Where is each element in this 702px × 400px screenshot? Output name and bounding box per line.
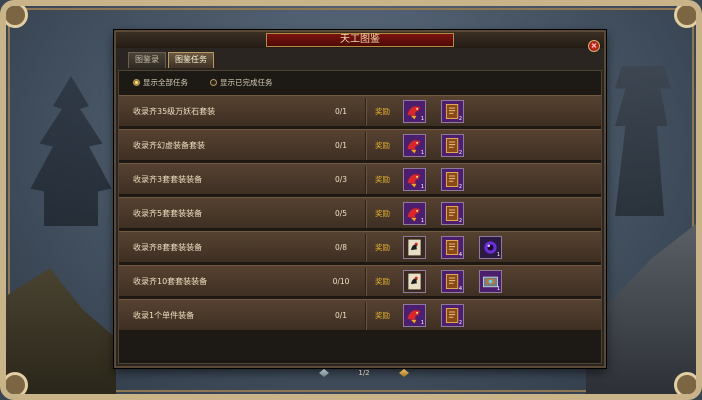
frame-corner-ornament — [6, 372, 28, 394]
task-name: 收录齐幻虚装备套装 — [133, 141, 205, 150]
task-name: 收录齐35级万妖石套装 — [133, 107, 216, 116]
task-name: 收录1个单件装备 — [133, 311, 195, 320]
red-bird-icon[interactable]: 1 — [403, 304, 426, 327]
task-name: 收录齐8套套装装备 — [133, 243, 203, 252]
task-row: 收录齐5套套装装备 0/5 奖励 1 2 — [119, 197, 601, 229]
scroll-bird-icon[interactable] — [403, 270, 426, 293]
reward-icons: 12 — [403, 134, 464, 157]
reward-count: 2 — [458, 320, 462, 326]
codex-window: 天工图鉴 × 图鉴录 图鉴任务 显示全部任务 显示已完成任务 收录齐35级万妖石… — [114, 30, 606, 377]
reward-count: 2 — [458, 184, 462, 190]
task-progress: 0/8 — [334, 243, 348, 252]
rock-left — [6, 268, 116, 394]
book-icon[interactable]: 4 — [441, 236, 464, 259]
window-title: 天工图鉴 — [266, 33, 454, 47]
column-divider — [365, 302, 366, 330]
scroll-bird-icon[interactable] — [403, 236, 426, 259]
column-divider — [365, 268, 366, 296]
reward-count: 2 — [458, 150, 462, 156]
prev-page-arrow-icon[interactable] — [319, 369, 329, 377]
book-icon[interactable]: 2 — [441, 100, 464, 123]
column-divider — [365, 234, 366, 262]
book-icon[interactable]: 2 — [441, 134, 464, 157]
task-name: 收录齐10套套装装备 — [133, 277, 208, 286]
reward-count: 1 — [420, 116, 424, 122]
task-row: 收录齐8套套装装备 0/8 奖励 4 1 — [119, 231, 601, 263]
book-icon[interactable]: 2 — [441, 304, 464, 327]
column-divider — [365, 200, 366, 228]
book-icon[interactable]: 2 — [441, 168, 464, 191]
title-bar: 天工图鉴 — [116, 32, 604, 48]
tab-codex-list[interactable]: 图鉴录 — [128, 52, 166, 68]
task-progress: 0/1 — [334, 107, 348, 116]
task-row: 收录齐幻虚装备套装 0/1 奖励 1 2 — [119, 129, 601, 161]
game-frame: 天工图鉴 × 图鉴录 图鉴任务 显示全部任务 显示已完成任务 收录齐35级万妖石… — [0, 0, 702, 400]
red-bird-icon[interactable]: 1 — [403, 100, 426, 123]
reward-label: 奖励 — [375, 141, 390, 150]
task-row: 收录齐35级万妖石套装 0/1 奖励 1 2 — [119, 95, 601, 127]
reward-icons: 12 — [403, 202, 464, 225]
reward-count: 4 — [458, 252, 462, 258]
reward-count: 1 — [420, 320, 424, 326]
reward-icons: 12 — [403, 304, 464, 327]
reward-count: 1 — [496, 286, 500, 292]
task-progress: 0/3 — [334, 175, 348, 184]
reward-icons: 12 — [403, 168, 464, 191]
red-bird-icon[interactable]: 1 — [403, 202, 426, 225]
task-panel: 显示全部任务 显示已完成任务 收录齐35级万妖石套装 0/1 奖励 1 2 收录齐幻虚装备… — [118, 70, 602, 377]
reward-count: 4 — [458, 286, 462, 292]
task-name: 收录齐5套套装装备 — [133, 209, 203, 218]
reward-count: 1 — [420, 184, 424, 190]
filter-label: 显示全部任务 — [143, 77, 188, 87]
red-bird-icon[interactable]: 1 — [403, 168, 426, 191]
filter-label: 显示已完成任务 — [220, 77, 273, 87]
task-progress: 0/1 — [334, 141, 348, 150]
reward-icons: 41 — [403, 270, 502, 293]
close-button[interactable]: × — [588, 40, 600, 52]
frame-corner-ornament — [674, 372, 696, 394]
radio-selected-icon — [133, 78, 140, 86]
filter-show-all[interactable]: 显示全部任务 — [133, 77, 188, 88]
tower-silhouette — [615, 66, 671, 216]
reward-label: 奖励 — [375, 311, 390, 320]
reward-icons: 41 — [403, 236, 502, 259]
purple-orb-icon[interactable]: 1 — [479, 236, 502, 259]
book-icon[interactable]: 4 — [441, 270, 464, 293]
task-row: 收录齐10套套装装备 0/10 奖励 4 1 — [119, 265, 601, 297]
reward-count: 2 — [458, 218, 462, 224]
red-bird-icon[interactable]: 1 — [403, 134, 426, 157]
reward-label: 奖励 — [375, 209, 390, 218]
book-icon[interactable]: 2 — [441, 202, 464, 225]
task-progress: 0/10 — [332, 277, 350, 286]
next-page-arrow-icon[interactable] — [398, 369, 409, 377]
reward-count: 1 — [420, 150, 424, 156]
reward-count: 1 — [420, 218, 424, 224]
task-filters: 显示全部任务 显示已完成任务 — [133, 75, 273, 89]
column-divider — [365, 98, 366, 126]
column-divider — [365, 132, 366, 160]
filter-show-completed[interactable]: 显示已完成任务 — [210, 77, 273, 88]
tab-bar: 图鉴录 图鉴任务 — [128, 52, 214, 68]
task-row: 收录齐3套套装装备 0/3 奖励 1 2 — [119, 163, 601, 195]
radio-unselected-icon — [210, 78, 217, 86]
pagoda-silhouette — [30, 76, 112, 226]
task-row: 收录1个单件装备 0/1 奖励 1 2 — [119, 299, 601, 331]
reward-label: 奖励 — [375, 175, 390, 184]
frame-corner-ornament — [6, 6, 28, 28]
task-name: 收录齐3套套装装备 — [133, 175, 203, 184]
reward-label: 奖励 — [375, 277, 390, 286]
reward-icons: 12 — [403, 100, 464, 123]
page-indicator: 1/2 — [358, 369, 370, 377]
column-divider — [365, 166, 366, 194]
frame-corner-ornament — [674, 6, 696, 28]
reward-label: 奖励 — [375, 243, 390, 252]
task-progress: 0/1 — [334, 311, 348, 320]
task-progress: 0/5 — [334, 209, 348, 218]
pagination: 1/2 — [319, 367, 409, 379]
reward-count: 2 — [458, 116, 462, 122]
reward-label: 奖励 — [375, 107, 390, 116]
reward-count: 1 — [496, 252, 500, 258]
gem-box-icon[interactable]: 1 — [479, 270, 502, 293]
tab-codex-tasks[interactable]: 图鉴任务 — [168, 52, 214, 68]
